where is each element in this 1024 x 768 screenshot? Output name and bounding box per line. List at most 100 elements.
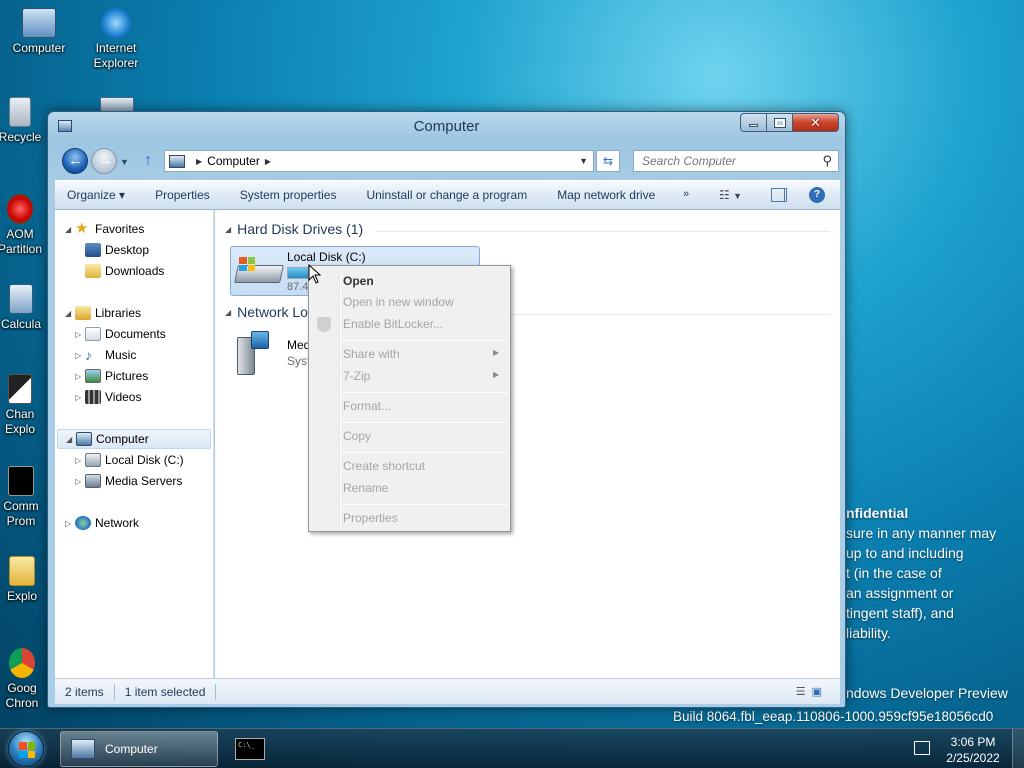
media-server-icon[interactable] [237, 331, 273, 377]
back-button[interactable]: ← [62, 148, 88, 174]
menu-item-7zip[interactable]: 7-Zip ▶ [343, 369, 499, 383]
desktop-icon-partial[interactable] [100, 97, 134, 111]
videos-icon [85, 390, 101, 404]
desktop-icon-aom-partition[interactable]: AOM Partition [0, 194, 48, 257]
desktop-icon-google-chrome[interactable]: Goog Chron [0, 648, 48, 711]
system-clock[interactable]: 3:06 PM 2/25/2022 [940, 734, 1006, 766]
menu-item-rename[interactable]: Rename [343, 481, 388, 495]
menu-item-enable-bitlocker[interactable]: Enable BitLocker... [343, 317, 443, 331]
nav-network[interactable]: ▷ Network [65, 516, 139, 530]
desktop-icon-change-explorer[interactable]: Chan Explo [0, 374, 48, 437]
change-view-button[interactable]: ☷ ▼ [719, 188, 742, 202]
up-arrow-icon: ↑ [144, 152, 152, 169]
expand-arrow-icon[interactable]: ◢ [66, 435, 76, 444]
close-button[interactable]: ✕ [793, 113, 839, 132]
view-icon: ☷ [719, 188, 730, 202]
desktop-icon-calculator[interactable]: Calcula [0, 284, 48, 332]
maximize-button[interactable] [767, 113, 793, 132]
menu-item-format[interactable]: Format... [343, 399, 391, 413]
mouse-pointer-icon [308, 264, 322, 284]
nav-label: Local Disk (C:) [105, 453, 184, 467]
properties-button[interactable]: Properties [155, 188, 210, 202]
address-bar[interactable]: ▶ Computer ▶ ▼ [164, 150, 594, 172]
preview-pane-button[interactable] [771, 188, 787, 202]
nav-pictures[interactable]: ▷ Pictures [75, 369, 148, 383]
taskbar-cmd-button[interactable]: C:\_ [228, 731, 272, 767]
group-header-hard-disk-drives[interactable]: ◢ Hard Disk Drives (1) [225, 221, 363, 237]
menu-item-open-new-window[interactable]: Open in new window [343, 295, 454, 309]
status-selection: 1 item selected [115, 683, 217, 700]
up-button[interactable]: ↑ [144, 152, 152, 170]
menu-item-properties[interactable]: Properties [343, 511, 398, 525]
nav-desktop[interactable]: Desktop [85, 243, 149, 257]
computer-icon [76, 432, 92, 446]
breadcrumb-chevron-icon[interactable]: ▶ [196, 157, 202, 166]
tiles-view-icon[interactable]: ▣ [812, 686, 828, 698]
desktop-icon-recycle-bin[interactable]: Recycle [0, 97, 50, 145]
taskbar-explorer-button[interactable]: Computer [60, 731, 218, 767]
nav-computer[interactable]: ◢ Computer [57, 429, 211, 449]
navigation-bar: ← → ▼ ↑ ▶ Computer ▶ ▼ ⇆ Search Computer… [62, 148, 839, 174]
window-title: Computer [413, 118, 480, 135]
network-tray-icon[interactable] [914, 741, 930, 755]
computer-icon [22, 8, 56, 38]
search-icon[interactable]: ⚲ [822, 153, 832, 169]
desktop-icon-internet-explorer[interactable]: Internet Explorer [78, 8, 154, 71]
expand-arrow-icon[interactable]: ▷ [75, 372, 85, 381]
expand-arrow-icon[interactable]: ▷ [75, 477, 85, 486]
expand-arrow-icon[interactable]: ▷ [75, 393, 85, 402]
nav-local-disk[interactable]: ▷ Local Disk (C:) [75, 453, 184, 467]
map-network-drive-button[interactable]: Map network drive [557, 188, 655, 202]
nav-music[interactable]: ▷ ♪ Music [75, 348, 136, 362]
caption-buttons: ✕ [740, 113, 839, 132]
collapse-arrow-icon[interactable]: ◢ [225, 308, 231, 317]
expand-arrow-icon[interactable]: ◢ [65, 225, 75, 234]
network-icon [75, 516, 91, 530]
collapse-arrow-icon[interactable]: ◢ [225, 225, 231, 234]
minimize-button[interactable] [740, 113, 767, 132]
expand-arrow-icon[interactable]: ▷ [65, 519, 75, 528]
uninstall-program-button[interactable]: Uninstall or change a program [366, 188, 527, 202]
desktop-icon-computer[interactable]: Computer [1, 8, 77, 56]
details-view-icon[interactable]: ☰ [796, 686, 812, 698]
status-view-icons[interactable]: ☰▣ [796, 685, 828, 698]
drive-name: Local Disk (C:) [287, 250, 366, 264]
drive-usage-fill [288, 268, 311, 278]
nav-videos[interactable]: ▷ Videos [75, 390, 141, 404]
forward-button[interactable]: → [91, 148, 117, 174]
refresh-button[interactable]: ⇆ [596, 150, 620, 172]
menu-item-share-with[interactable]: Share with ▶ [343, 347, 499, 361]
system-properties-button[interactable]: System properties [240, 188, 337, 202]
folder-icon [9, 556, 35, 586]
star-icon: ★ [75, 220, 89, 237]
search-input[interactable]: Search Computer ⚲ [633, 150, 839, 172]
desktop-icon-label: Goog Chron [5, 681, 39, 710]
command-prompt-icon [8, 466, 34, 496]
desktop-icon-command-prompt[interactable]: Comm Prom [0, 466, 48, 529]
expand-arrow-icon[interactable]: ◢ [65, 309, 75, 318]
desktop-icon-explorer[interactable]: Explo [0, 556, 48, 604]
more-commands-button[interactable]: » [683, 188, 689, 200]
expand-arrow-icon[interactable]: ▷ [75, 351, 85, 360]
expand-arrow-icon[interactable]: ▷ [75, 456, 85, 465]
menu-item-open[interactable]: Open [343, 274, 374, 288]
computer-icon [169, 154, 185, 168]
breadcrumb-chevron-icon[interactable]: ▶ [265, 157, 271, 166]
breadcrumb-computer[interactable]: Computer [207, 154, 260, 168]
nav-favorites[interactable]: ◢ ★ Favorites [65, 220, 144, 237]
nav-documents[interactable]: ▷ Documents [75, 327, 166, 341]
recent-pages-dropdown[interactable]: ▼ [120, 157, 129, 167]
show-desktop-button[interactable] [1012, 729, 1024, 768]
address-dropdown-icon[interactable]: ▼ [579, 156, 588, 166]
nav-libraries[interactable]: ◢ Libraries [65, 306, 141, 320]
nav-media-servers[interactable]: ▷ Media Servers [75, 474, 182, 488]
media-server-icon [85, 474, 101, 488]
expand-arrow-icon[interactable]: ▷ [75, 330, 85, 339]
menu-item-create-shortcut[interactable]: Create shortcut [343, 459, 425, 473]
nav-downloads[interactable]: Downloads [85, 264, 164, 278]
help-button[interactable]: ? [809, 187, 825, 203]
menu-item-copy[interactable]: Copy [343, 429, 371, 443]
start-button[interactable] [8, 731, 44, 767]
desktop-icon-label: Recycle [0, 130, 42, 144]
organize-button[interactable]: Organize ▾ [67, 188, 125, 202]
